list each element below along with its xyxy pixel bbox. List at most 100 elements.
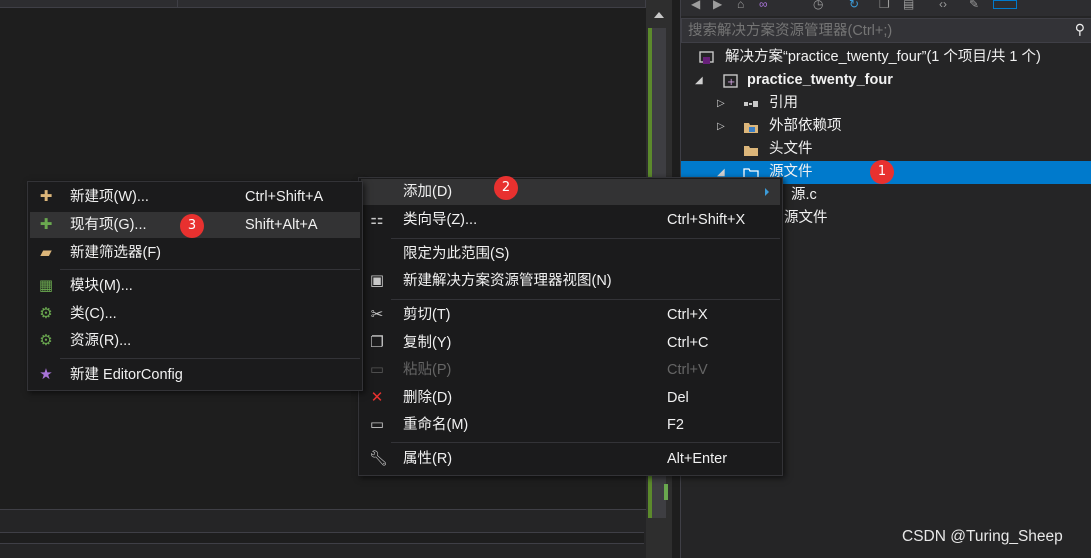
- menu-label-module: 模块(M)...: [70, 278, 133, 294]
- step-badge-1: 1: [870, 160, 894, 184]
- sync-icon[interactable]: ↻: [849, 0, 863, 10]
- menu-item-resource[interactable]: ⚙ 资源(R)...: [30, 328, 360, 354]
- menu-label-paste: 粘贴(P): [403, 362, 452, 378]
- menu-label-new-view: 新建解决方案资源管理器视图(N): [403, 273, 612, 289]
- vs-icon[interactable]: ∞: [759, 0, 773, 10]
- menu-shortcut-paste: Ctrl+V: [667, 362, 708, 378]
- rename-icon: ▭: [369, 416, 385, 433]
- explorer-search-input[interactable]: [688, 21, 1068, 40]
- class-icon: ⚙: [39, 305, 53, 322]
- nav-project-dropdown[interactable]: [0, 0, 178, 8]
- menu-label-existing-item: 现有项(G)...: [70, 217, 147, 233]
- menu-item-paste[interactable]: ▭ 粘贴(P) Ctrl+V: [361, 357, 780, 383]
- submenu-arrow-icon: [765, 188, 769, 196]
- menu-shortcut-cut: Ctrl+X: [667, 307, 708, 323]
- watermark: CSDN @Turing_Sheep: [902, 528, 1063, 545]
- menu-label-class: 类(C)...: [70, 306, 117, 322]
- history-icon[interactable]: ◷: [813, 0, 827, 10]
- menu-item-editorconfig[interactable]: ★ 新建 EditorConfig: [30, 362, 360, 388]
- context-menu: 添加(D) ⚏ 类向导(Z)... Ctrl+Shift+X 限定为此范围(S)…: [358, 177, 783, 476]
- menu-separator: [391, 238, 780, 239]
- step-badge-2: 2: [494, 176, 518, 200]
- scroll-marker: [664, 484, 668, 500]
- tree-label-project: practice_twenty_four: [747, 72, 893, 88]
- menu-shortcut-delete: Del: [667, 390, 689, 406]
- forward-icon[interactable]: ▶: [713, 0, 727, 10]
- editorconfig-icon: ★: [39, 366, 53, 383]
- menu-label-scope: 限定为此范围(S): [403, 246, 510, 262]
- new-filter-folder-icon: ▰: [40, 244, 52, 261]
- home-icon[interactable]: ⌂: [737, 0, 751, 10]
- collapsed-arrow-icon[interactable]: ▷: [717, 92, 729, 115]
- menu-label-new-item: 新建项(W)...: [70, 189, 149, 205]
- copy-icon: ❐: [370, 334, 384, 351]
- menu-label-delete: 删除(D): [403, 390, 453, 406]
- code-icon[interactable]: ‹›: [939, 0, 953, 10]
- wrench-icon[interactable]: ✎: [969, 0, 983, 10]
- editor-bottom-bar: [0, 509, 646, 558]
- menu-item-delete[interactable]: ✕ 删除(D) Del: [361, 385, 780, 411]
- preview-icon[interactable]: [993, 0, 1017, 9]
- back-icon[interactable]: ◀: [691, 0, 705, 10]
- menu-label-cut: 剪切(T): [403, 307, 451, 323]
- module-icon: ▦: [38, 277, 54, 294]
- cpp-project-icon: +: [723, 74, 738, 88]
- solution-icon: [699, 51, 714, 64]
- horizontal-scrollbar[interactable]: [0, 532, 644, 544]
- menu-item-module[interactable]: ▦ 模块(M)...: [30, 273, 360, 299]
- menu-item-class-wizard[interactable]: ⚏ 类向导(Z)... Ctrl+Shift+X: [361, 207, 780, 233]
- menu-separator: [391, 442, 780, 443]
- menu-item-new-filter[interactable]: ▰ 新建筛选器(F): [30, 240, 360, 266]
- filter-folder-icon: [744, 146, 758, 156]
- class-wizard-icon: ⚏: [370, 211, 384, 228]
- explorer-search-box[interactable]: ⚲: [681, 18, 1091, 43]
- expanded-arrow-icon[interactable]: ◢: [695, 69, 707, 92]
- tree-label-references: 引用: [769, 95, 798, 111]
- resource-icon: ⚙: [39, 332, 53, 349]
- menu-separator: [60, 269, 360, 270]
- menu-shortcut-rename: F2: [667, 417, 684, 433]
- add-submenu: ✚ 新建项(W)... Ctrl+Shift+A ✚ 现有项(G)... Shi…: [27, 181, 363, 391]
- tree-label-source-c: 源.c: [791, 187, 817, 203]
- copy-icon[interactable]: ❐: [879, 0, 893, 10]
- menu-item-new-item[interactable]: ✚ 新建项(W)... Ctrl+Shift+A: [30, 184, 360, 210]
- explorer-toolbar: ◀ ▶ ⌂ ∞ ◷ ↻ ❐ ▤ ‹› ✎: [681, 0, 1091, 16]
- pages-icon[interactable]: ▤: [903, 0, 917, 10]
- menu-item-new-view[interactable]: ▣ 新建解决方案资源管理器视图(N): [361, 268, 780, 294]
- scissors-icon: ✂: [370, 306, 384, 323]
- menu-separator: [391, 299, 780, 300]
- delete-x-icon: ✕: [370, 389, 384, 406]
- menu-item-cut[interactable]: ✂ 剪切(T) Ctrl+X: [361, 302, 780, 328]
- tree-item-project[interactable]: ◢ + practice_twenty_four: [681, 69, 1091, 92]
- collapsed-arrow-icon[interactable]: ▷: [717, 115, 729, 138]
- tree-label-external-deps: 外部依赖项: [769, 118, 842, 134]
- menu-shortcut-copy: Ctrl+C: [667, 335, 709, 351]
- scroll-up-arrow-icon[interactable]: [654, 12, 664, 18]
- menu-item-rename[interactable]: ▭ 重命名(M) F2: [361, 412, 780, 438]
- tree-label-resource-files: 源文件: [784, 210, 828, 226]
- search-icon[interactable]: ⚲: [1075, 21, 1085, 38]
- tree-item-references[interactable]: ▷ 引用: [681, 92, 1091, 115]
- menu-item-scope[interactable]: 限定为此范围(S): [361, 241, 780, 267]
- tree-label-solution: 解决方案“practice_twenty_four”(1 个项目/共 1 个): [725, 49, 1041, 65]
- paste-icon: ▭: [369, 361, 385, 378]
- menu-label-rename: 重命名(M): [403, 417, 469, 433]
- svg-text:+: +: [727, 77, 735, 88]
- menu-label-properties: 属性(R): [403, 451, 453, 467]
- menu-item-add[interactable]: 添加(D): [361, 179, 780, 205]
- tree-item-external-deps[interactable]: ▷ 外部依赖项: [681, 115, 1091, 138]
- menu-item-properties[interactable]: 🔧︎ 属性(R) Alt+Enter: [361, 446, 780, 472]
- wrench-icon: 🔧︎: [369, 450, 389, 467]
- tree-item-solution[interactable]: 解决方案“practice_twenty_four”(1 个项目/共 1 个): [681, 46, 1091, 69]
- menu-separator: [60, 358, 360, 359]
- menu-item-copy[interactable]: ❐ 复制(Y) Ctrl+C: [361, 330, 780, 356]
- folder-icon: [744, 123, 758, 133]
- menu-label-resource: 资源(R)...: [70, 333, 132, 349]
- nav-scope-dropdown[interactable]: [178, 0, 646, 8]
- references-icon: [744, 101, 758, 107]
- new-item-icon: ✚: [39, 188, 53, 205]
- step-badge-3: 3: [180, 214, 204, 238]
- tree-item-header-files[interactable]: 头文件: [681, 138, 1091, 161]
- menu-item-class[interactable]: ⚙ 类(C)...: [30, 301, 360, 327]
- menu-shortcut-class-wizard: Ctrl+Shift+X: [667, 212, 746, 228]
